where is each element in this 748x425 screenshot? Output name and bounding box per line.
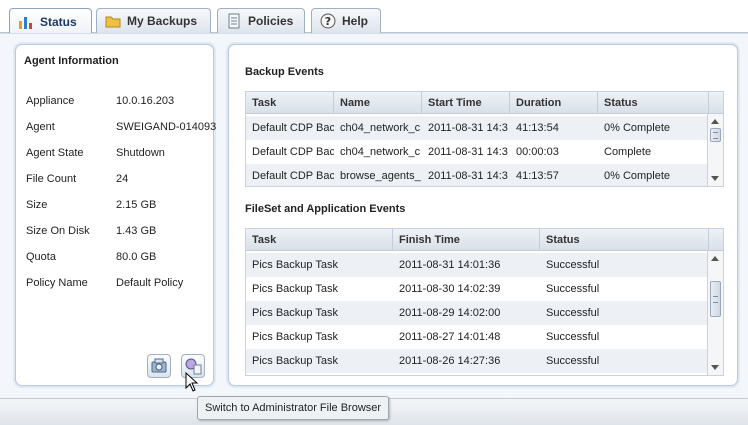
info-value: 80.0 GB [116, 251, 157, 263]
backup-events-title: Backup Events [245, 66, 324, 78]
info-value: 1.43 GB [116, 225, 157, 237]
tab-bar: Status My Backups Policies ? Help [0, 0, 748, 34]
info-value: 2.15 GB [116, 199, 157, 211]
tab-label: Help [342, 14, 369, 28]
cell-task: Default CDP Bac [252, 170, 334, 182]
column-header-duration[interactable]: Duration [510, 92, 598, 114]
cell-duration: 41:13:54 [516, 122, 559, 134]
tab-status[interactable]: Status [9, 8, 92, 34]
column-header-finish-time[interactable]: Finish Time [393, 229, 540, 251]
cell-task: Pics Backup Task [252, 259, 339, 271]
table-row[interactable]: Pics Backup Task 2011-08-31 14:01:36 Suc… [246, 253, 708, 277]
tab-help[interactable]: ? Help [311, 8, 381, 33]
table-row[interactable]: Default CDP Bac ch04_network_c 2011-08-3… [246, 140, 708, 164]
info-key: Policy Name [26, 277, 88, 289]
table-header: Task Name Start Time Duration Status [246, 92, 723, 114]
info-key: Size On Disk [26, 225, 90, 237]
tab-label: Policies [248, 14, 294, 28]
info-key: Agent [26, 121, 55, 133]
fileset-events-table: Task Finish Time Status Pics Backup Task… [245, 228, 724, 376]
bar-chart-icon [18, 14, 34, 30]
cell-task: Pics Backup Task [252, 355, 339, 367]
cell-finish-time: 2011-08-31 14:01:36 [399, 259, 501, 271]
events-panel: Backup Events Task Name Start Time Durat… [228, 44, 738, 386]
tab-policies[interactable]: Policies [217, 8, 305, 33]
column-header-status[interactable]: Status [598, 92, 709, 114]
tooltip: Switch to Administrator File Browser [197, 396, 389, 420]
info-value: 10.0.16.203 [116, 95, 175, 107]
cell-task: Pics Backup Task [252, 331, 339, 343]
cell-name: ch04_network_c [340, 122, 421, 134]
scroll-thumb[interactable] [710, 281, 721, 317]
column-header-start-time[interactable]: Start Time [422, 92, 510, 114]
column-header-task[interactable]: Task [246, 92, 334, 114]
fileset-events-scrollbar[interactable] [707, 251, 723, 375]
folder-icon [105, 13, 121, 29]
cell-name: ch04_network_c [340, 146, 421, 158]
scroll-up-arrow-icon[interactable] [711, 256, 719, 261]
agent-info-panel: Agent Information Appliance 10.0.16.203 … [15, 44, 217, 386]
svg-text:?: ? [325, 15, 331, 28]
table-row[interactable]: Default CDP Bac ch04_network_c 2011-08-3… [246, 116, 708, 140]
cell-finish-time: 2011-08-29 14:02:00 [399, 307, 501, 319]
table-row[interactable]: Pics Backup Task 2011-08-27 14:01:48 Suc… [246, 325, 708, 349]
cell-finish-time: 2011-08-30 14:02:39 [399, 283, 501, 295]
table-row[interactable]: Pics Backup Task 2011-08-29 14:02:00 Suc… [246, 301, 708, 325]
cell-start-time: 2011-08-31 14:3 [428, 170, 508, 182]
scroll-thumb[interactable] [710, 128, 721, 142]
info-key: Appliance [26, 95, 75, 107]
column-header-name[interactable]: Name [334, 92, 422, 114]
table-header: Task Finish Time Status [246, 229, 723, 251]
cell-task: Default CDP Bac [252, 146, 334, 158]
table-row[interactable]: Pics Backup Task 2011-08-30 14:02:39 Suc… [246, 277, 708, 301]
cell-name: browse_agents_ [340, 170, 421, 182]
info-key: File Count [26, 173, 77, 185]
tab-my-backups[interactable]: My Backups [96, 8, 211, 33]
backup-events-table: Task Name Start Time Duration Status Def… [245, 91, 724, 187]
help-icon: ? [320, 13, 336, 29]
fileset-events-title: FileSet and Application Events [245, 203, 406, 215]
cell-status: 0% Complete [604, 170, 671, 182]
column-header-task[interactable]: Task [246, 229, 393, 251]
info-key: Agent State [26, 147, 84, 159]
table-row[interactable]: Default CDP Bac browse_agents_ 2011-08-3… [246, 164, 708, 186]
cell-status: Successful [546, 331, 600, 343]
cell-status: Successful [546, 283, 600, 295]
backup-events-scrollbar[interactable] [707, 114, 723, 186]
info-value: 24 [116, 173, 129, 185]
agent-info-title: Agent Information [24, 55, 119, 67]
tab-label: My Backups [127, 14, 198, 28]
cell-task: Pics Backup Task [252, 283, 339, 295]
cell-duration: 00:00:03 [516, 146, 559, 158]
cell-finish-time: 2011-08-26 14:27:36 [399, 355, 501, 367]
column-header-status[interactable]: Status [540, 229, 709, 251]
cell-task: Default CDP Bac [252, 122, 334, 134]
info-key: Size [26, 199, 48, 211]
cell-status: Successful [546, 259, 600, 271]
cell-duration: 41:13:57 [516, 170, 559, 182]
mouse-pointer-icon [185, 372, 199, 392]
scroll-down-arrow-icon[interactable] [711, 176, 719, 181]
info-key: Quota [26, 251, 56, 263]
scroll-down-arrow-icon[interactable] [711, 365, 719, 370]
info-value: SWEIGAND-014093 [116, 121, 217, 133]
cell-status: Successful [546, 307, 600, 319]
cell-status: Successful [546, 355, 600, 367]
cell-start-time: 2011-08-31 14:3 [428, 146, 508, 158]
scroll-up-arrow-icon[interactable] [711, 119, 719, 124]
cell-task: Pics Backup Task [252, 307, 339, 319]
cell-status: 0% Complete [604, 122, 671, 134]
restore-button[interactable] [147, 354, 171, 378]
document-icon [226, 13, 242, 29]
cell-finish-time: 2011-08-27 14:01:48 [399, 331, 501, 343]
info-value: Shutdown [116, 147, 165, 159]
tab-label: Status [40, 14, 77, 29]
restore-icon [151, 358, 167, 373]
cell-start-time: 2011-08-31 14:3 [428, 122, 508, 134]
table-row[interactable]: Pics Backup Task 2011-08-26 14:27:36 Suc… [246, 349, 708, 373]
cell-status: Complete [604, 146, 652, 158]
info-value: Default Policy [116, 277, 184, 289]
